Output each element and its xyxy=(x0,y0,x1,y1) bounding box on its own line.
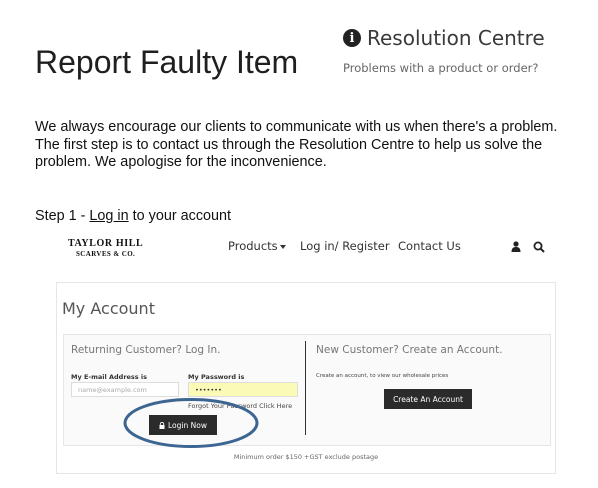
lock-icon xyxy=(159,421,165,429)
new-customer-title: New Customer? Create an Account. xyxy=(316,344,503,356)
nav-login-register[interactable]: Log in/ Register xyxy=(300,239,390,253)
log-in-link[interactable]: Log in xyxy=(89,208,128,224)
returning-customer-title: Returning Customer? Log In. xyxy=(71,344,221,356)
resolution-centre-subtitle: Problems with a product or order? xyxy=(343,61,539,75)
logo-line-1: TAYLOR HILL xyxy=(68,238,144,249)
info-circle-icon: i xyxy=(343,29,361,47)
login-now-label: Login Now xyxy=(168,420,207,430)
caret-down-icon xyxy=(279,244,286,249)
email-field[interactable] xyxy=(71,382,179,397)
resolution-centre-title: Resolution Centre xyxy=(367,26,545,50)
resolution-centre-heading: i Resolution Centre xyxy=(343,26,555,50)
forgot-password-link[interactable]: Forgot Your Password Click Here xyxy=(188,402,292,410)
column-divider xyxy=(305,341,306,435)
password-field[interactable] xyxy=(188,382,298,397)
nav-products[interactable]: Products xyxy=(228,239,286,253)
my-account-panel: My Account Returning Customer? Log In. M… xyxy=(56,282,556,474)
minimum-order-note: Minimum order $150 +GST exclude postage xyxy=(233,453,379,461)
user-icon[interactable] xyxy=(511,241,521,252)
resolution-centre-link[interactable]: i Resolution Centre Problems with a prod… xyxy=(343,26,555,75)
login-now-button[interactable]: Login Now xyxy=(149,415,217,435)
page-title: Report Faulty Item xyxy=(35,44,299,80)
step-prefix: Step 1 - xyxy=(35,208,90,224)
password-label: My Password is xyxy=(188,373,245,381)
intro-paragraph: We always encourage our clients to commu… xyxy=(35,119,558,170)
search-icon[interactable] xyxy=(533,241,545,253)
logo-line-2: SCARVES & CO. xyxy=(76,250,136,258)
nav-contact-us[interactable]: Contact Us xyxy=(398,239,461,253)
nav-products-label: Products xyxy=(228,239,278,253)
step-suffix: to your account xyxy=(128,208,232,224)
create-account-button[interactable]: Create An Account xyxy=(384,389,472,409)
step-1-text: Step 1 - Log in to your account xyxy=(35,208,231,224)
login-register-box: Returning Customer? Log In. My E-mail Ad… xyxy=(63,334,551,446)
email-label: My E-mail Address is xyxy=(71,373,148,381)
my-account-title: My Account xyxy=(62,299,155,318)
taylor-hill-logo[interactable]: TAYLOR HILL SCARVES & CO. xyxy=(68,238,143,258)
new-customer-description: Create an account, to view our wholesale… xyxy=(316,373,449,379)
